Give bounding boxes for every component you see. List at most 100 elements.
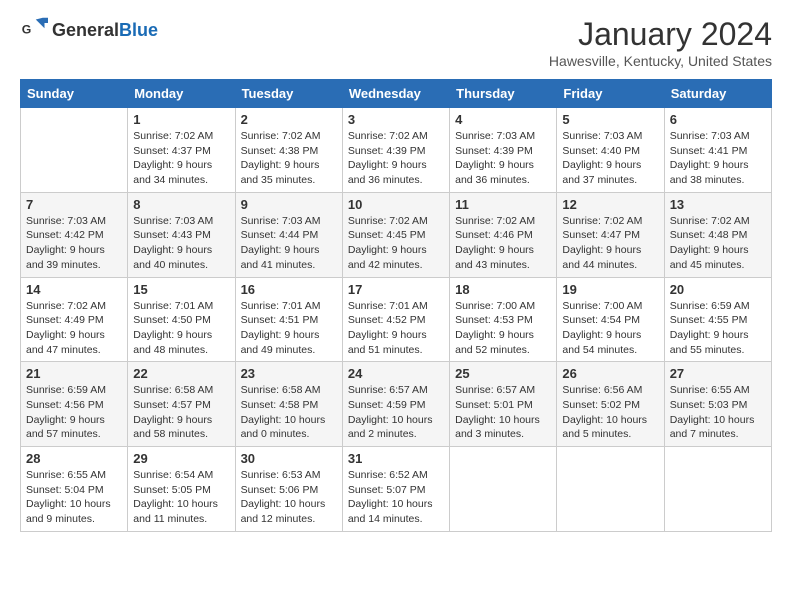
day-number: 17 <box>348 282 444 297</box>
calendar-cell: 6Sunrise: 7:03 AM Sunset: 4:41 PM Daylig… <box>664 108 771 193</box>
day-info: Sunrise: 7:01 AM Sunset: 4:50 PM Dayligh… <box>133 299 229 358</box>
day-info: Sunrise: 6:57 AM Sunset: 4:59 PM Dayligh… <box>348 383 444 442</box>
calendar-week-5: 28 Sunrise: 6:55 AM Sunset: 5:04 PM Dayli… <box>21 447 772 532</box>
calendar-cell: 9Sunrise: 7:03 AM Sunset: 4:44 PM Daylig… <box>235 192 342 277</box>
svg-text:G: G <box>22 23 32 37</box>
day-number: 3 <box>348 112 444 127</box>
calendar-header-friday: Friday <box>557 80 664 108</box>
calendar-cell <box>450 447 557 532</box>
day-number: 13 <box>670 197 766 212</box>
day-info: Sunrise: 7:02 AM Sunset: 4:38 PM Dayligh… <box>241 129 337 188</box>
day-info: Sunrise: 7:02 AM Sunset: 4:48 PM Dayligh… <box>670 214 766 273</box>
day-info: Sunrise: 6:53 AM Sunset: 5:06 PM Dayligh… <box>241 468 337 527</box>
calendar-cell: 2 Sunrise: 7:02 AM Sunset: 4:38 PM Daylig… <box>235 108 342 193</box>
calendar-header-row: SundayMondayTuesdayWednesdayThursdayFrid… <box>21 80 772 108</box>
calendar-cell: 31Sunrise: 6:52 AM Sunset: 5:07 PM Dayli… <box>342 447 449 532</box>
day-number: 20 <box>670 282 766 297</box>
calendar-cell <box>21 108 128 193</box>
calendar-cell: 21Sunrise: 6:59 AM Sunset: 4:56 PM Dayli… <box>21 362 128 447</box>
calendar-cell: 11Sunrise: 7:02 AM Sunset: 4:46 PM Dayli… <box>450 192 557 277</box>
day-number: 28 <box>26 451 122 466</box>
logo-icon: G <box>20 16 48 44</box>
calendar-week-2: 7 Sunrise: 7:03 AM Sunset: 4:42 PM Daylig… <box>21 192 772 277</box>
calendar-cell: 4Sunrise: 7:03 AM Sunset: 4:39 PM Daylig… <box>450 108 557 193</box>
calendar-header-sunday: Sunday <box>21 80 128 108</box>
day-number: 15 <box>133 282 229 297</box>
day-number: 23 <box>241 366 337 381</box>
day-info: Sunrise: 7:01 AM Sunset: 4:52 PM Dayligh… <box>348 299 444 358</box>
calendar-header-saturday: Saturday <box>664 80 771 108</box>
day-number: 30 <box>241 451 337 466</box>
day-number: 9 <box>241 197 337 212</box>
day-number: 2 <box>241 112 337 127</box>
day-info: Sunrise: 7:03 AM Sunset: 4:42 PM Dayligh… <box>26 214 122 273</box>
calendar-week-3: 14Sunrise: 7:02 AM Sunset: 4:49 PM Dayli… <box>21 277 772 362</box>
day-info: Sunrise: 7:03 AM Sunset: 4:39 PM Dayligh… <box>455 129 551 188</box>
calendar-cell <box>664 447 771 532</box>
month-year-title: January 2024 <box>549 16 772 53</box>
calendar-header-wednesday: Wednesday <box>342 80 449 108</box>
day-number: 16 <box>241 282 337 297</box>
calendar-cell: 10Sunrise: 7:02 AM Sunset: 4:45 PM Dayli… <box>342 192 449 277</box>
day-number: 12 <box>562 197 658 212</box>
calendar-header-monday: Monday <box>128 80 235 108</box>
day-info: Sunrise: 6:58 AM Sunset: 4:58 PM Dayligh… <box>241 383 337 442</box>
day-number: 10 <box>348 197 444 212</box>
day-info: Sunrise: 7:02 AM Sunset: 4:39 PM Dayligh… <box>348 129 444 188</box>
logo-general: General <box>52 20 119 40</box>
day-info: Sunrise: 7:02 AM Sunset: 4:37 PM Dayligh… <box>133 129 229 188</box>
day-number: 7 <box>26 197 122 212</box>
calendar-cell: 16 Sunrise: 7:01 AM Sunset: 4:51 PM Dayli… <box>235 277 342 362</box>
day-number: 21 <box>26 366 122 381</box>
day-info: Sunrise: 6:54 AM Sunset: 5:05 PM Dayligh… <box>133 468 229 527</box>
day-info: Sunrise: 6:59 AM Sunset: 4:55 PM Dayligh… <box>670 299 766 358</box>
day-info: Sunrise: 6:55 AM Sunset: 5:03 PM Dayligh… <box>670 383 766 442</box>
calendar-cell: 8 Sunrise: 7:03 AM Sunset: 4:43 PM Daylig… <box>128 192 235 277</box>
day-number: 25 <box>455 366 551 381</box>
day-number: 5 <box>562 112 658 127</box>
calendar-cell: 5Sunrise: 7:03 AM Sunset: 4:40 PM Daylig… <box>557 108 664 193</box>
calendar-cell: 24 Sunrise: 6:57 AM Sunset: 4:59 PM Dayli… <box>342 362 449 447</box>
calendar-cell: 30 Sunrise: 6:53 AM Sunset: 5:06 PM Dayli… <box>235 447 342 532</box>
calendar-cell: 18 Sunrise: 7:00 AM Sunset: 4:53 PM Dayli… <box>450 277 557 362</box>
calendar-cell: 7 Sunrise: 7:03 AM Sunset: 4:42 PM Daylig… <box>21 192 128 277</box>
calendar-cell: 12 Sunrise: 7:02 AM Sunset: 4:47 PM Dayli… <box>557 192 664 277</box>
day-number: 22 <box>133 366 229 381</box>
calendar-cell: 25 Sunrise: 6:57 AM Sunset: 5:01 PM Dayli… <box>450 362 557 447</box>
calendar-header-thursday: Thursday <box>450 80 557 108</box>
page-header: G GeneralBlue January 2024 Hawesville, K… <box>20 16 772 69</box>
calendar-cell: 1 Sunrise: 7:02 AM Sunset: 4:37 PM Daylig… <box>128 108 235 193</box>
day-number: 11 <box>455 197 551 212</box>
logo: G GeneralBlue <box>20 16 158 44</box>
day-number: 24 <box>348 366 444 381</box>
calendar-week-4: 21Sunrise: 6:59 AM Sunset: 4:56 PM Dayli… <box>21 362 772 447</box>
day-number: 8 <box>133 197 229 212</box>
day-number: 1 <box>133 112 229 127</box>
calendar-cell: 3 Sunrise: 7:02 AM Sunset: 4:39 PM Daylig… <box>342 108 449 193</box>
calendar-cell: 20 Sunrise: 6:59 AM Sunset: 4:55 PM Dayli… <box>664 277 771 362</box>
day-info: Sunrise: 7:00 AM Sunset: 4:54 PM Dayligh… <box>562 299 658 358</box>
day-info: Sunrise: 6:55 AM Sunset: 5:04 PM Dayligh… <box>26 468 122 527</box>
calendar-cell: 17 Sunrise: 7:01 AM Sunset: 4:52 PM Dayli… <box>342 277 449 362</box>
day-info: Sunrise: 7:00 AM Sunset: 4:53 PM Dayligh… <box>455 299 551 358</box>
day-info: Sunrise: 6:56 AM Sunset: 5:02 PM Dayligh… <box>562 383 658 442</box>
calendar-cell: 14Sunrise: 7:02 AM Sunset: 4:49 PM Dayli… <box>21 277 128 362</box>
day-info: Sunrise: 6:57 AM Sunset: 5:01 PM Dayligh… <box>455 383 551 442</box>
calendar-cell: 23 Sunrise: 6:58 AM Sunset: 4:58 PM Dayli… <box>235 362 342 447</box>
day-info: Sunrise: 7:02 AM Sunset: 4:47 PM Dayligh… <box>562 214 658 273</box>
title-block: January 2024 Hawesville, Kentucky, Unite… <box>549 16 772 69</box>
calendar-cell: 19Sunrise: 7:00 AM Sunset: 4:54 PM Dayli… <box>557 277 664 362</box>
day-info: Sunrise: 7:03 AM Sunset: 4:41 PM Dayligh… <box>670 129 766 188</box>
calendar-cell: 29Sunrise: 6:54 AM Sunset: 5:05 PM Dayli… <box>128 447 235 532</box>
day-number: 18 <box>455 282 551 297</box>
day-info: Sunrise: 7:03 AM Sunset: 4:43 PM Dayligh… <box>133 214 229 273</box>
location-subtitle: Hawesville, Kentucky, United States <box>549 53 772 69</box>
calendar-week-1: 1 Sunrise: 7:02 AM Sunset: 4:37 PM Daylig… <box>21 108 772 193</box>
day-info: Sunrise: 7:01 AM Sunset: 4:51 PM Dayligh… <box>241 299 337 358</box>
calendar-cell: 15 Sunrise: 7:01 AM Sunset: 4:50 PM Dayli… <box>128 277 235 362</box>
calendar-header-tuesday: Tuesday <box>235 80 342 108</box>
day-number: 27 <box>670 366 766 381</box>
calendar-cell: 28 Sunrise: 6:55 AM Sunset: 5:04 PM Dayli… <box>21 447 128 532</box>
calendar-cell: 22Sunrise: 6:58 AM Sunset: 4:57 PM Dayli… <box>128 362 235 447</box>
calendar-cell <box>557 447 664 532</box>
